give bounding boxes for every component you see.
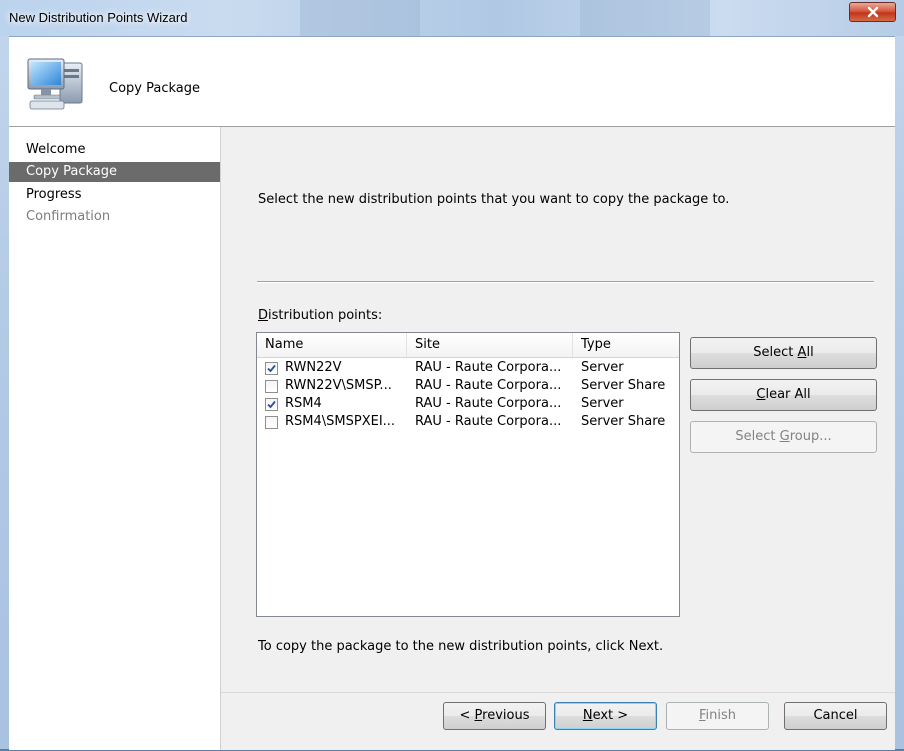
table-row[interactable]: RSM4 RAU - Raute Corpora... Server xyxy=(257,395,679,413)
button-text: Select xyxy=(735,429,780,444)
checkmark-icon xyxy=(267,364,276,373)
cell-site: RAU - Raute Corpora... xyxy=(415,414,562,429)
button-text: ll xyxy=(806,345,814,360)
background-glass xyxy=(580,0,710,36)
cell-site: RAU - Raute Corpora... xyxy=(415,396,562,411)
page-title: Copy Package xyxy=(109,81,200,96)
wizard-window: New Distribution Points Wizard Copy Pack… xyxy=(0,0,904,750)
button-text: roup... xyxy=(789,429,832,444)
label-mnemonic: D xyxy=(258,308,269,323)
table-row[interactable]: RSM4\SMSPXEI... RAU - Raute Corpora... S… xyxy=(257,413,679,431)
next-instruction-text: To copy the package to the new distribut… xyxy=(258,639,664,654)
label-text: istribution points: xyxy=(268,308,383,323)
separator-line xyxy=(257,281,874,283)
button-mnemonic: N xyxy=(582,708,593,723)
clear-all-button[interactable]: Clear All xyxy=(690,379,877,411)
cell-site: RAU - Raute Corpora... xyxy=(415,378,562,393)
column-header-type[interactable]: Type xyxy=(573,333,679,357)
wizard-steps-nav: Welcome Copy Package Progress Confirmati… xyxy=(9,127,221,750)
cell-site: RAU - Raute Corpora... xyxy=(415,360,562,375)
nav-step-progress[interactable]: Progress xyxy=(9,185,220,205)
instruction-text: Select the new distribution points that … xyxy=(258,192,730,207)
cell-type: Server Share xyxy=(581,414,666,429)
close-icon xyxy=(867,6,878,18)
close-button[interactable] xyxy=(849,2,896,22)
cell-name: RSM4 xyxy=(285,396,322,411)
button-text: ext > xyxy=(592,708,629,723)
button-text: revious xyxy=(482,708,530,723)
select-group-button: Select Group... xyxy=(690,421,877,453)
column-header-site[interactable]: Site xyxy=(407,333,573,357)
table-row[interactable]: RWN22V\SMSP... RAU - Raute Corpora... Se… xyxy=(257,377,679,395)
row-checkbox[interactable] xyxy=(265,380,278,393)
row-checkbox[interactable] xyxy=(265,416,278,429)
list-header: Name Site Type xyxy=(257,333,679,358)
cell-name: RWN22V xyxy=(285,360,342,375)
row-checkbox[interactable] xyxy=(265,362,278,375)
button-mnemonic: G xyxy=(779,429,790,444)
previous-button[interactable]: < Previous xyxy=(443,702,546,730)
row-checkbox[interactable] xyxy=(265,398,278,411)
nav-step-confirmation: Confirmation xyxy=(26,209,111,224)
computer-monitor-icon xyxy=(27,58,83,110)
wizard-header: Copy Package xyxy=(9,37,895,127)
button-text: Select xyxy=(753,345,798,360)
column-header-name[interactable]: Name xyxy=(257,333,407,357)
next-button[interactable]: Next > xyxy=(554,702,657,730)
cell-type: Server xyxy=(581,396,624,411)
table-row[interactable]: RWN22V RAU - Raute Corpora... Server xyxy=(257,359,679,377)
window-title: New Distribution Points Wizard xyxy=(9,10,188,25)
distribution-points-list[interactable]: Name Site Type RWN22V RAU - Raute Corpor… xyxy=(256,332,680,617)
wizard-content: Select the new distribution points that … xyxy=(221,127,895,750)
select-all-button[interactable]: Select All xyxy=(690,337,877,369)
background-glass xyxy=(300,0,420,36)
checkmark-icon xyxy=(267,400,276,409)
button-text: inish xyxy=(705,708,737,723)
title-bar[interactable]: New Distribution Points Wizard xyxy=(0,0,904,36)
wizard-client-area: Copy Package Welcome Copy Package Progre… xyxy=(9,36,895,750)
cell-name: RWN22V\SMSP... xyxy=(285,378,392,393)
nav-step-copy-package[interactable]: Copy Package xyxy=(9,162,220,182)
button-mnemonic: P xyxy=(474,708,483,723)
finish-button: Finish xyxy=(666,702,769,730)
nav-step-welcome[interactable]: Welcome xyxy=(9,140,220,160)
cell-type: Server xyxy=(581,360,624,375)
cancel-button[interactable]: Cancel xyxy=(784,702,887,730)
button-text: lear All xyxy=(765,387,811,402)
button-text: < xyxy=(459,708,475,723)
cell-type: Server Share xyxy=(581,378,666,393)
distribution-points-label: Distribution points: xyxy=(258,308,382,323)
cell-name: RSM4\SMSPXEI... xyxy=(285,414,396,429)
